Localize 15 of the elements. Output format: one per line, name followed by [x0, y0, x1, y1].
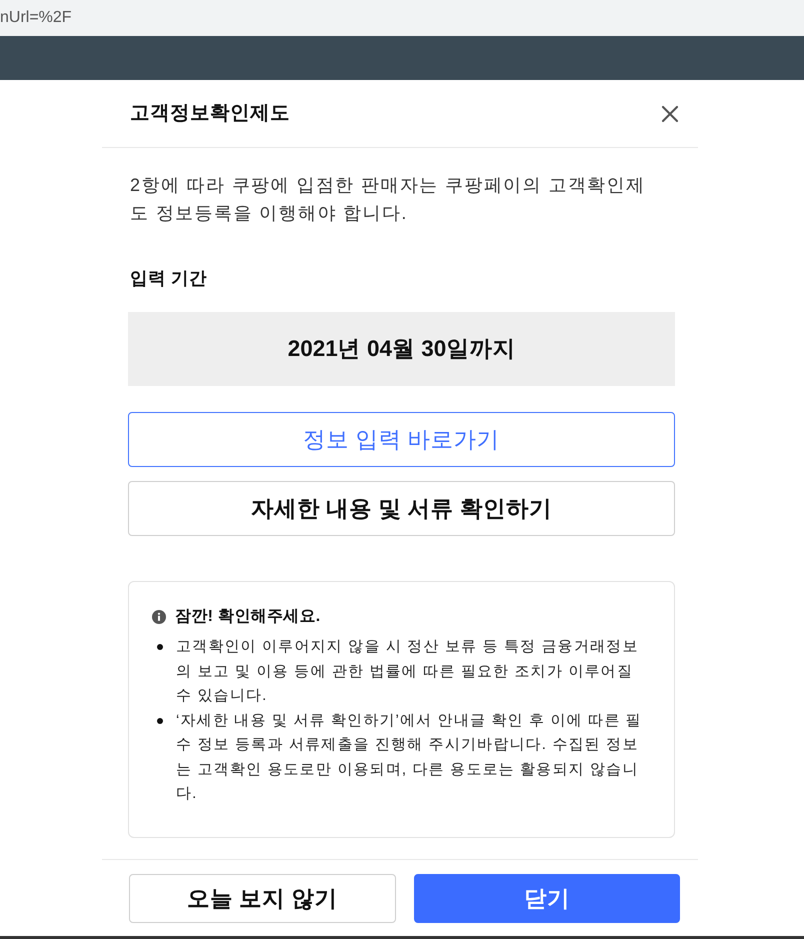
footer-button[interactable]: 오늘 보지 않기 [129, 874, 396, 923]
bullet-icon [157, 644, 163, 650]
notice-item-text: 고객확인이 이루어지지 않을 시 정산 보류 등 특정 금융거래정보의 보고 및 이용 등에 관한 법률에 따른 필요한 조치가 이루어질 수 있습니다. [176, 637, 640, 706]
period-label: 입력 기간 [129, 267, 208, 290]
bullet-icon [157, 718, 163, 724]
notice-item-text: ‘자세한 내용 및 서류 확인하기’에서 안내글 확인 후 이에 따른 필수 정보 등록과 서류제출을 진행해 주시기바랍니다. 수집된 정보는 고객확인 용도로만 이용되며, 다른 용도로는 활용되지 않습니다. [176, 710, 643, 804]
intro-paragraph: 2항에 따라 쿠팡에 입점한 판매자는 쿠팡페이의 고객확인제도 정보등록을 이행해야 합니다. [129, 174, 646, 225]
address-text[interactable]: nUrl=%2F [0, 10, 72, 26]
action-button[interactable]: 정보 입력 바로가기 [128, 412, 675, 467]
action-button[interactable]: 자세한 내용 및 서류 확인하기 [128, 481, 675, 536]
notice-title: 잠깐! 확인해주세요. [175, 607, 321, 627]
footer-button[interactable]: 닫기 [414, 874, 680, 923]
info-icon [152, 610, 166, 624]
dialog-title: 고객정보확인제도 [130, 100, 290, 126]
period-value: 2021년 04월 30일까지 [288, 335, 516, 364]
